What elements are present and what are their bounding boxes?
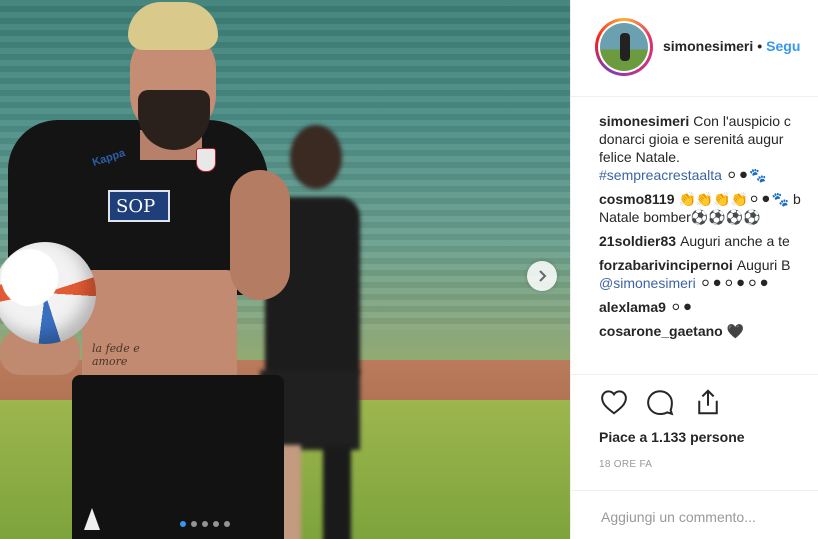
separator-dot: •: [757, 38, 763, 54]
list-item: forzabarivincipernoi Auguri B @simonesime…: [599, 256, 818, 292]
list-item: alexlama9 ⚪⚫: [599, 298, 818, 316]
caption-text: felice Natale.: [599, 149, 680, 165]
likes-count[interactable]: Piace a 1.133 persone: [599, 429, 745, 445]
follow-button[interactable]: Segu: [766, 38, 800, 54]
shirt-sponsor: SOP: [108, 190, 170, 222]
carousel-dot: [224, 521, 230, 527]
list-item: 21soldier83 Auguri anche a te: [599, 232, 818, 250]
post-photo[interactable]: la fede e amore Kappa SOP: [0, 0, 570, 539]
like-button[interactable]: [599, 387, 629, 417]
mention-link[interactable]: @simonesimeri: [599, 275, 696, 291]
carousel-dot: [180, 521, 186, 527]
avatar[interactable]: [598, 21, 650, 73]
carousel-dots: [180, 521, 230, 527]
caption: simonesimeri Con l'auspicio c donarci gio…: [599, 112, 818, 184]
comment-username[interactable]: cosarone_gaetano: [599, 323, 723, 339]
comment-text: Auguri anche a te: [680, 233, 790, 249]
share-icon: [698, 389, 718, 415]
comment-icon: [647, 390, 674, 416]
story-ring[interactable]: [595, 18, 653, 76]
post-actions: Piace a 1.133 persone 18 ORE FA: [571, 374, 818, 485]
player-shorts: [72, 375, 284, 539]
chevron-right-icon: [539, 270, 547, 282]
carousel-dot: [213, 521, 219, 527]
player-arm: [230, 170, 290, 300]
comment-username[interactable]: forzabarivincipernoi: [599, 257, 733, 273]
comment-username[interactable]: 21soldier83: [599, 233, 676, 249]
comment-text: Auguri B: [736, 257, 791, 273]
comment-text: 👏👏👏👏⚪⚫🐾 b: [678, 191, 801, 207]
timestamp: 18 ORE FA: [599, 459, 653, 470]
list-item: cosmo8119 👏👏👏👏⚪⚫🐾 b Natale bomber⚽⚽⚽⚽: [599, 190, 818, 226]
club-crest: [196, 148, 216, 172]
comment-input[interactable]: [599, 505, 813, 529]
comment-username[interactable]: alexlama9: [599, 299, 666, 315]
heart-icon: [601, 390, 627, 415]
comment-text: ⚪⚫: [669, 299, 694, 315]
share-button[interactable]: [693, 387, 723, 417]
player-hair: [128, 2, 218, 50]
post-header: simonesimeri • Segu: [571, 0, 818, 97]
hashtag-link[interactable]: #sempreacrestaalta: [599, 167, 722, 183]
player-tattoo: la fede e amore: [92, 342, 140, 368]
carousel-dot: [191, 521, 197, 527]
username-link[interactable]: simonesimeri: [663, 38, 753, 54]
caption-username[interactable]: simonesimeri: [599, 113, 689, 129]
caption-text: donarci gioia e serenitá augur: [599, 131, 784, 147]
carousel-dot: [202, 521, 208, 527]
post-sidebar: simonesimeri • Segu simonesimeri Con l'ausp…: [570, 0, 818, 539]
comments-list[interactable]: simonesimeri Con l'auspicio c donarci gio…: [599, 112, 818, 374]
header-user-line: simonesimeri • Segu: [663, 38, 800, 54]
comment-text: 🖤: [726, 323, 745, 339]
add-comment-bar: [571, 490, 818, 539]
list-item: cosarone_gaetano 🖤: [599, 322, 818, 340]
comment-username[interactable]: cosmo8119: [599, 191, 675, 207]
caption-emoji: ⚪⚫🐾: [725, 167, 767, 183]
comment-button[interactable]: [645, 387, 675, 417]
comment-emoji: ⚪⚫⚪⚫⚪⚫: [699, 275, 770, 291]
caption-text: Con l'auspicio c: [693, 113, 791, 129]
comment-text: Natale bomber⚽⚽⚽⚽: [599, 209, 761, 225]
carousel-next-button[interactable]: [527, 261, 557, 291]
